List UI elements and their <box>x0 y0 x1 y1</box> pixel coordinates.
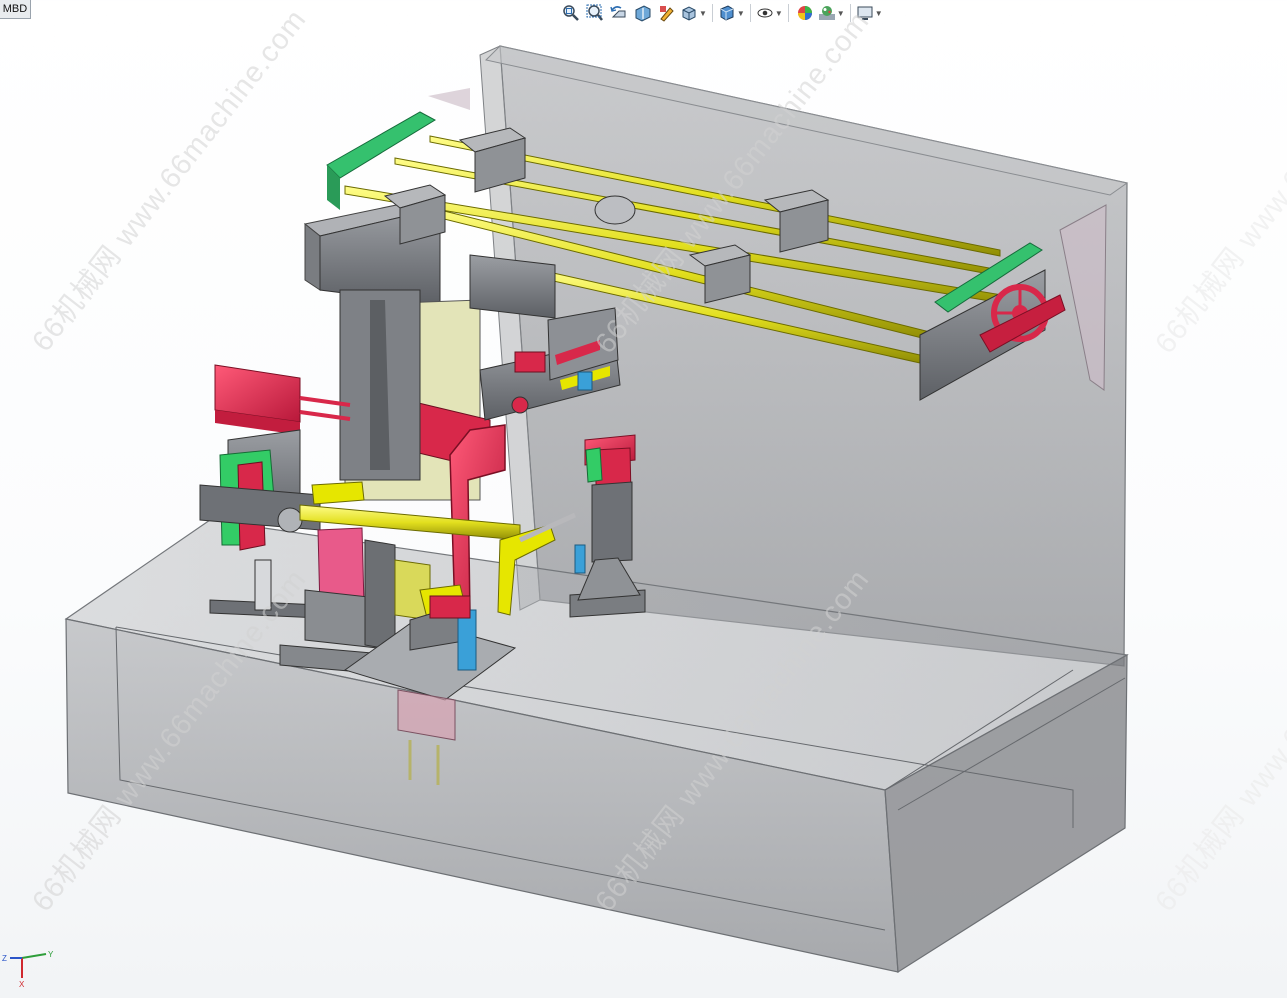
chevron-down-icon: ▼ <box>699 8 707 18</box>
chevron-down-icon: ▼ <box>736 8 745 18</box>
view-orientation-icon <box>682 6 696 21</box>
tab-mbd[interactable]: MBD <box>0 0 31 19</box>
chevron-down-icon: ▼ <box>836 8 845 18</box>
x-axis-label: X <box>19 980 25 989</box>
chevron-down-icon: ▼ <box>774 8 783 18</box>
zoom-to-area-icon <box>586 4 603 21</box>
chevron-down-icon: ▼ <box>874 8 883 18</box>
display-style-button[interactable]: ▼ <box>718 2 745 24</box>
previous-view-button[interactable] <box>608 2 630 24</box>
hide-show-items-button[interactable]: ▼ <box>756 2 783 24</box>
view-settings-icon <box>857 6 873 20</box>
z-axis-label: Z <box>2 954 7 963</box>
section-view-icon <box>635 5 651 22</box>
toolbar-separator <box>787 4 789 22</box>
dynamic-annotation-button[interactable] <box>656 2 678 24</box>
zoom-to-fit-icon <box>563 5 579 21</box>
y-axis-label: Y <box>48 950 54 959</box>
section-view-button[interactable] <box>632 2 654 24</box>
heads-up-view-toolbar: ▼ ▼ ▼ ▼ ▼ <box>560 1 883 25</box>
y-axis-line <box>21 953 47 959</box>
apply-scene-icon <box>818 6 835 20</box>
view-settings-button[interactable]: ▼ <box>856 2 883 24</box>
toolbar-separator <box>749 4 751 22</box>
graphics-area[interactable] <box>0 26 1287 998</box>
apply-scene-button[interactable]: ▼ <box>818 2 845 24</box>
reference-triad: Y X Z <box>2 950 54 989</box>
toolbar-separator <box>849 4 851 22</box>
edit-appearance-icon <box>797 6 812 20</box>
hide-show-items-icon <box>757 8 773 18</box>
dynamic-annotation-icon <box>660 6 674 22</box>
zoom-to-area-button[interactable] <box>584 2 606 24</box>
display-style-icon <box>720 5 734 21</box>
previous-view-icon <box>610 6 626 18</box>
edit-appearance-button[interactable] <box>794 2 816 24</box>
view-orientation-button[interactable]: ▼ <box>680 2 707 24</box>
zoom-to-fit-button[interactable] <box>560 2 582 24</box>
toolbar-separator <box>711 4 713 22</box>
